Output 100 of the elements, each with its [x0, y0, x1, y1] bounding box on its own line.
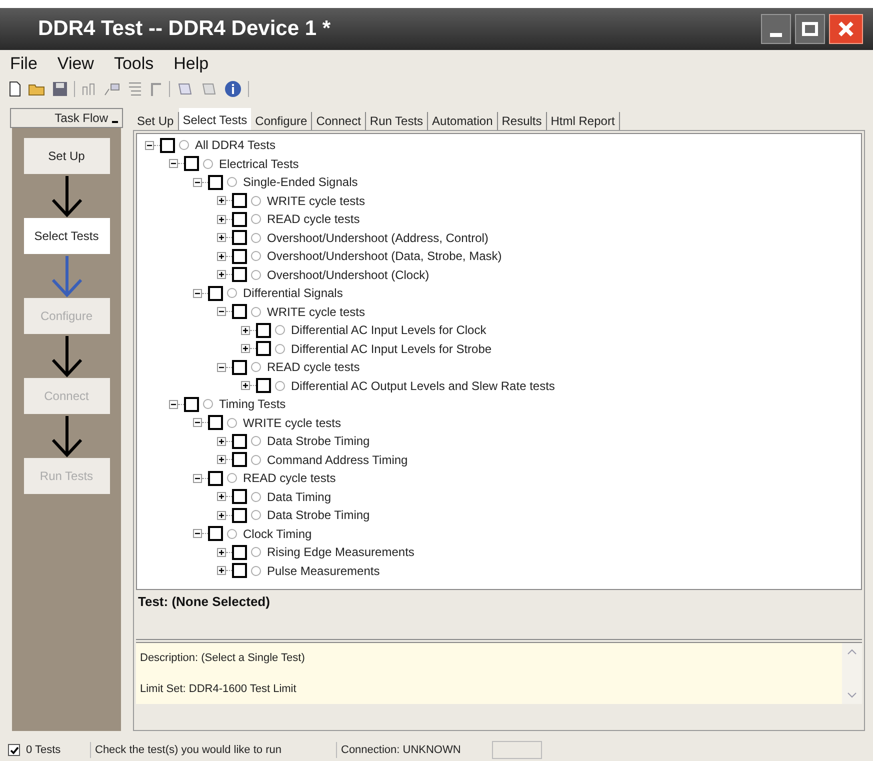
radio-icon[interactable]	[251, 510, 261, 520]
expand-icon[interactable]	[241, 381, 250, 390]
tree-item[interactable]: Command Address Timing	[267, 450, 408, 469]
checkbox[interactable]	[232, 452, 247, 468]
checkbox[interactable]	[256, 322, 271, 338]
checkbox[interactable]	[256, 378, 271, 394]
checkbox[interactable]	[232, 360, 247, 375]
toolbar-icon[interactable]	[127, 81, 143, 97]
radio-icon[interactable]	[251, 362, 261, 372]
expand-icon[interactable]	[217, 270, 226, 280]
expand-icon[interactable]	[217, 196, 226, 206]
menu-item[interactable]: Tools	[114, 51, 154, 77]
menu-item[interactable]: View	[57, 51, 94, 77]
tree-item[interactable]: Overshoot/Undershoot (Address, Control)	[267, 228, 488, 247]
checkbox[interactable]	[160, 138, 175, 153]
radio-icon[interactable]	[227, 177, 237, 188]
expand-icon[interactable]	[241, 326, 250, 335]
tree-item[interactable]: Data Strobe Timing	[267, 432, 370, 450]
collapse-icon[interactable]	[193, 529, 202, 538]
expand-icon[interactable]	[217, 214, 226, 224]
new-file-icon[interactable]	[8, 81, 22, 97]
radio-icon[interactable]	[275, 325, 285, 336]
tab[interactable]: Html Report	[546, 112, 620, 130]
collapse-icon[interactable]	[169, 159, 178, 168]
tab[interactable]: Automation	[428, 112, 498, 130]
checkbox[interactable]	[232, 508, 247, 523]
minimize-button[interactable]	[761, 14, 791, 44]
radio-icon[interactable]	[251, 547, 261, 558]
tab[interactable]: Configure	[251, 112, 312, 130]
checkbox[interactable]	[256, 341, 271, 356]
task-step-button[interactable]: Set Up	[24, 138, 110, 174]
tree-item[interactable]: Differential Signals	[243, 284, 343, 302]
tree-item[interactable]: Differential AC Input Levels for Strobe	[291, 340, 492, 358]
radio-icon[interactable]	[179, 140, 189, 150]
radio-icon[interactable]	[251, 492, 261, 502]
expand-icon[interactable]	[217, 548, 226, 557]
toolbar-icon[interactable]	[103, 81, 121, 97]
tree-item[interactable]: Single-Ended Signals	[243, 173, 358, 192]
tree-item[interactable]: Data Timing	[267, 488, 332, 506]
checkbox[interactable]	[184, 396, 199, 412]
toolbar-icon[interactable]	[176, 81, 194, 97]
tree-item[interactable]: Electrical Tests	[219, 154, 299, 173]
tab[interactable]: Select Tests	[178, 108, 252, 130]
checkbox[interactable]	[232, 212, 247, 227]
checkbox[interactable]	[232, 434, 247, 449]
radio-icon[interactable]	[251, 270, 261, 280]
radio-icon[interactable]	[227, 528, 237, 539]
tree-item[interactable]: Differential AC Output Levels and Slew Rate tests	[291, 376, 555, 395]
checkbox[interactable]	[232, 230, 247, 246]
tree-item[interactable]: READ cycle tests	[267, 210, 360, 228]
radio-icon[interactable]	[251, 214, 261, 224]
tree-item[interactable]: Rising Edge Measurements	[267, 543, 414, 562]
radio-icon[interactable]	[251, 454, 261, 465]
checkbox[interactable]	[232, 193, 247, 208]
checkbox[interactable]	[208, 470, 223, 486]
collapse-icon[interactable]	[217, 362, 226, 372]
close-button[interactable]	[829, 14, 863, 44]
radio-icon[interactable]	[251, 436, 261, 446]
tree-item[interactable]: Pulse Measurements	[267, 562, 380, 580]
checkbox[interactable]	[232, 563, 247, 578]
expand-icon[interactable]	[241, 344, 250, 354]
collapse-icon[interactable]	[193, 474, 202, 483]
tree-item[interactable]: Clock Timing	[243, 524, 312, 543]
checkbox[interactable]	[232, 304, 247, 320]
checkbox[interactable]	[232, 489, 247, 504]
menu-item[interactable]: File	[10, 51, 38, 77]
radio-icon[interactable]	[203, 158, 213, 169]
expand-icon[interactable]	[217, 252, 226, 261]
status-checkbox[interactable]	[8, 744, 20, 756]
close-icon[interactable]	[837, 20, 855, 38]
expand-icon[interactable]	[217, 510, 226, 520]
info-icon[interactable]	[224, 80, 242, 98]
checkbox[interactable]	[208, 174, 223, 190]
checkbox[interactable]	[232, 544, 247, 560]
tree-item[interactable]: Overshoot/Undershoot (Clock)	[267, 266, 430, 284]
tab[interactable]: Connect	[312, 112, 366, 130]
radio-icon[interactable]	[251, 196, 261, 206]
checkbox[interactable]	[184, 156, 199, 172]
tree-item[interactable]: READ cycle tests	[267, 358, 360, 376]
radio-icon[interactable]	[275, 380, 285, 391]
save-icon[interactable]	[52, 81, 68, 97]
expand-icon[interactable]	[217, 233, 226, 242]
radio-icon[interactable]	[227, 418, 237, 428]
tree-item[interactable]: Data Strobe Timing	[267, 506, 370, 524]
checkbox[interactable]	[208, 526, 223, 542]
checkbox[interactable]	[208, 286, 223, 301]
checkbox[interactable]	[208, 415, 223, 430]
collapse-icon[interactable]	[217, 307, 226, 316]
tab[interactable]: Results	[498, 112, 547, 130]
tree-item[interactable]: Overshoot/Undershoot (Data, Strobe, Mask)	[267, 247, 502, 266]
expand-icon[interactable]	[217, 455, 226, 464]
tree-item[interactable]: Differential AC Input Levels for Clock	[291, 321, 486, 340]
task-step-button[interactable]: Select Tests	[24, 218, 110, 254]
radio-icon[interactable]	[251, 566, 261, 576]
checkbox[interactable]	[232, 248, 247, 264]
radio-icon[interactable]	[227, 473, 237, 484]
tab[interactable]: Run Tests	[366, 112, 428, 130]
expand-icon[interactable]	[217, 492, 226, 502]
maximize-button[interactable]	[795, 14, 825, 44]
radio-icon[interactable]	[251, 251, 261, 262]
